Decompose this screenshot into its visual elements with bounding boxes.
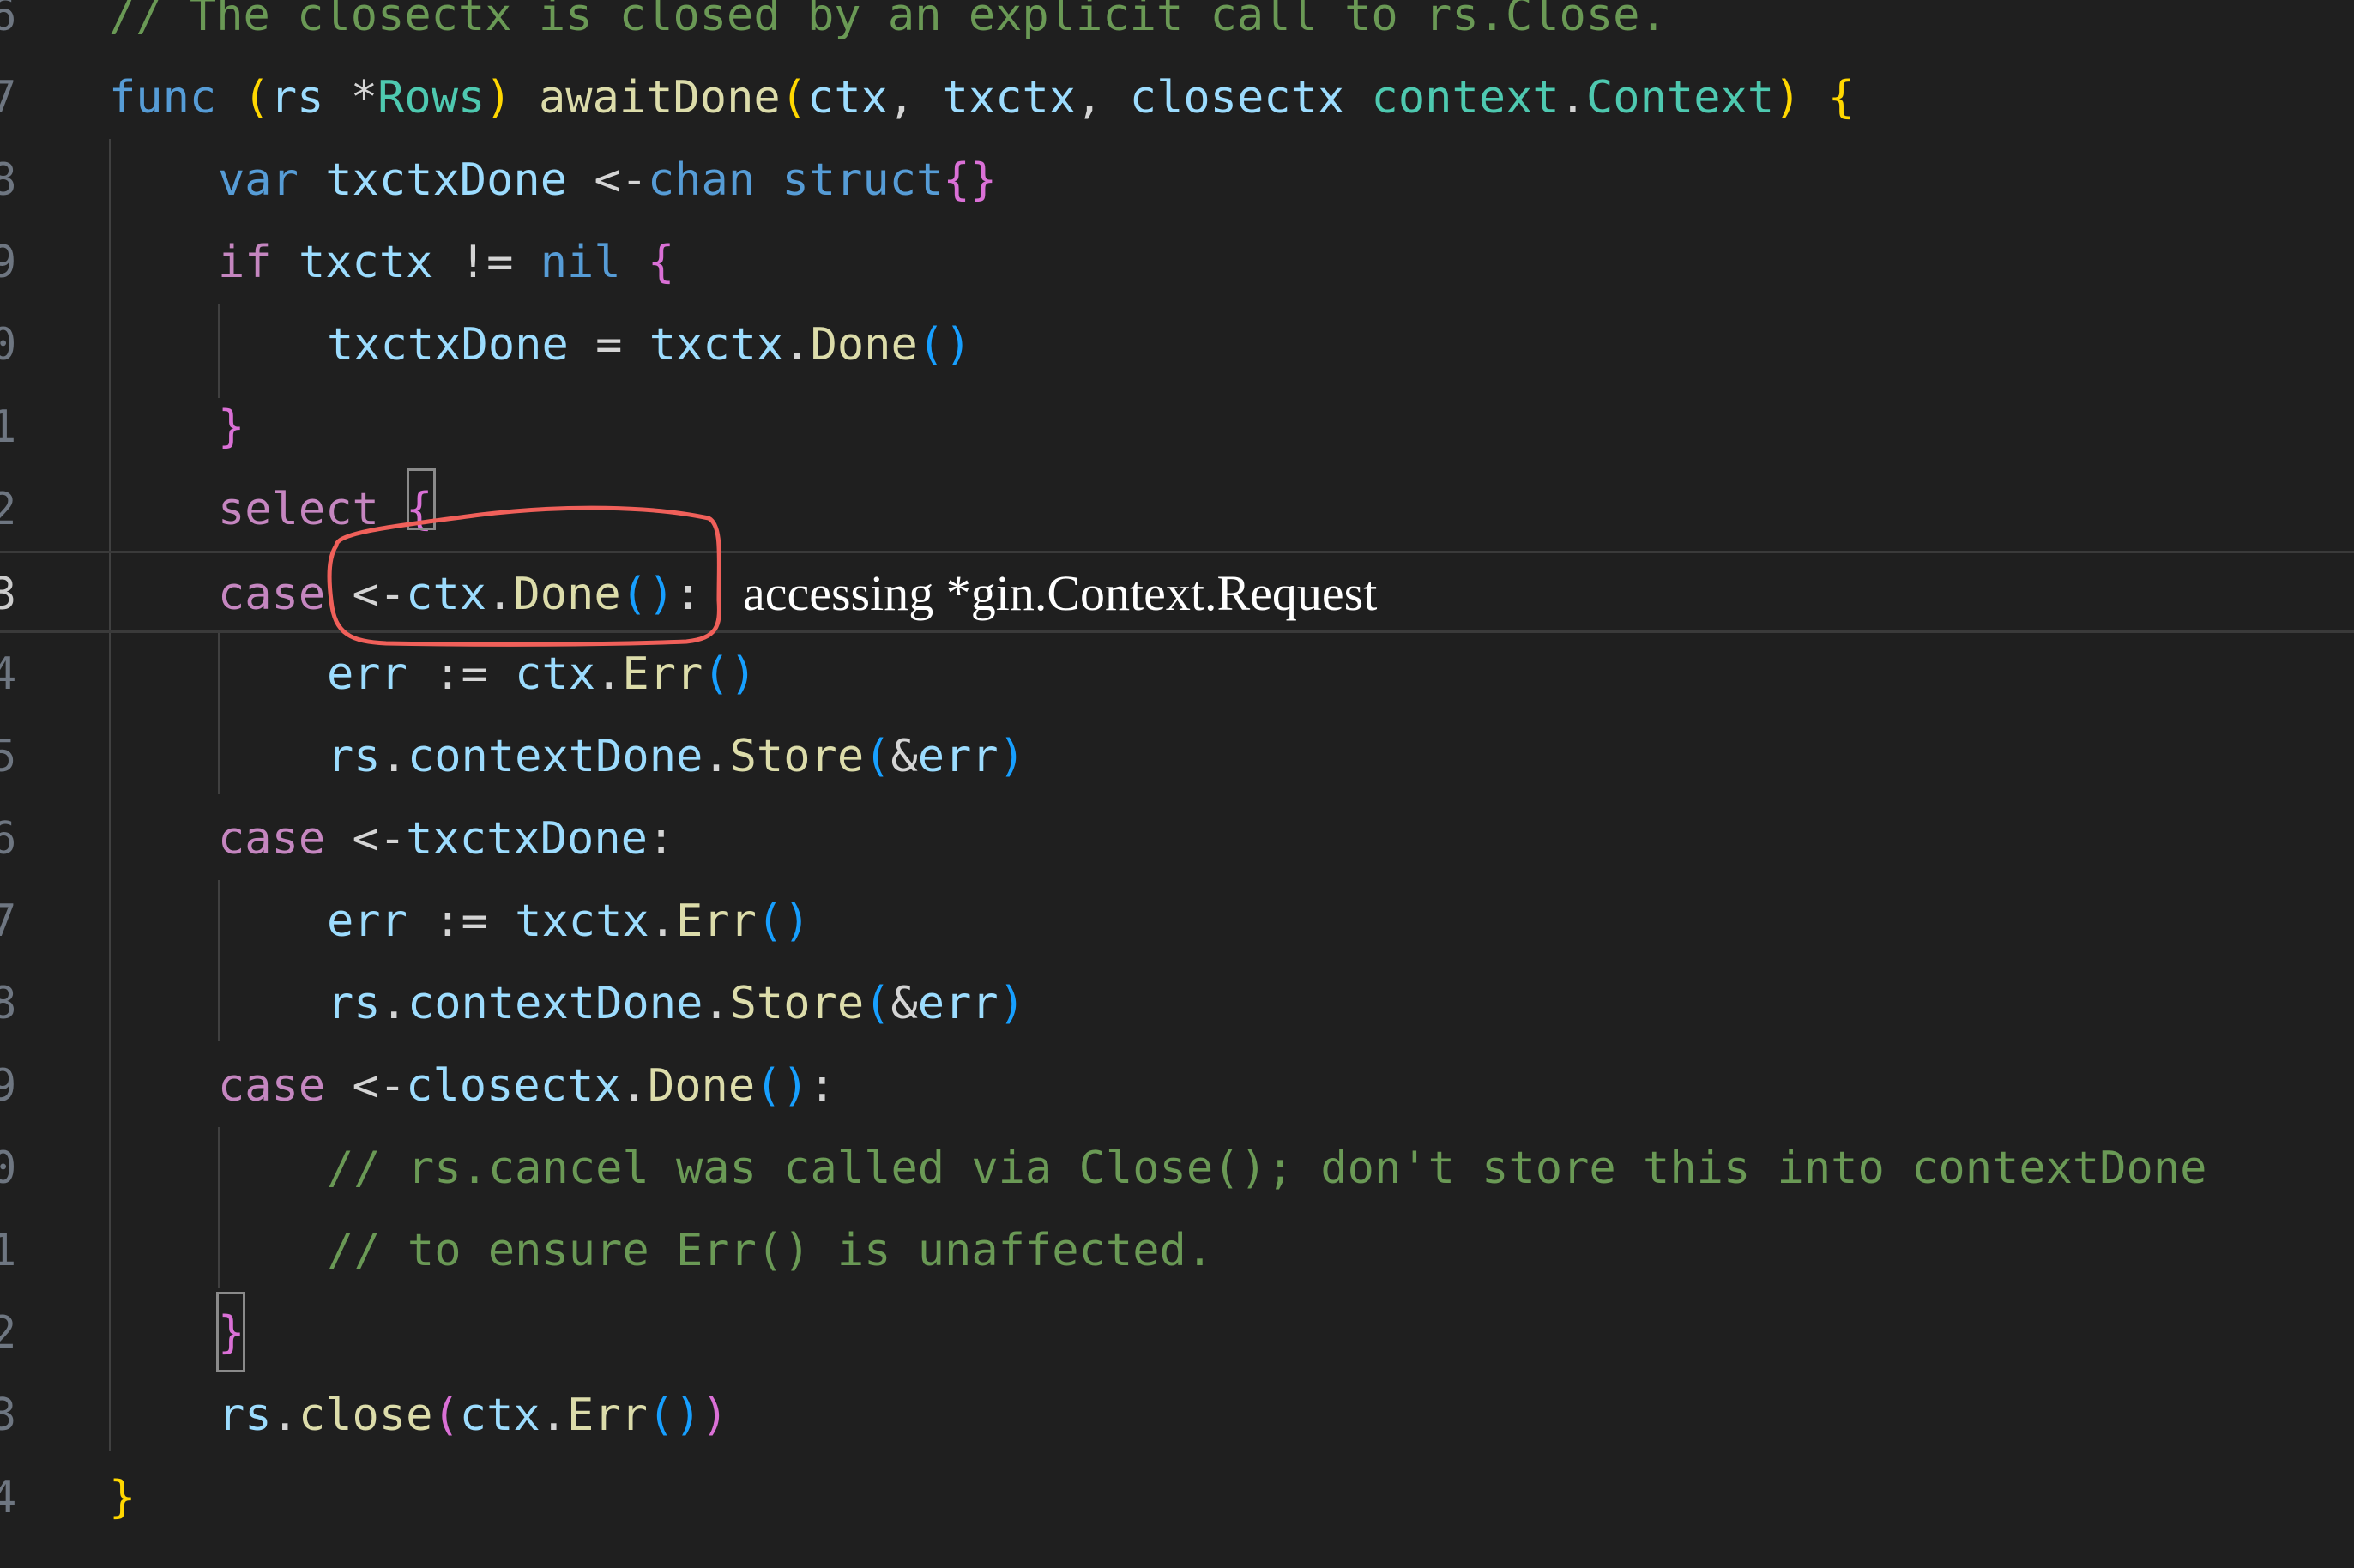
code-editor[interactable]: 6// The closectx is closed by an explici… (0, 0, 2354, 1568)
annotation-circle (327, 505, 721, 647)
annotation-label: accessing *gin.Context.Request (743, 565, 1378, 621)
